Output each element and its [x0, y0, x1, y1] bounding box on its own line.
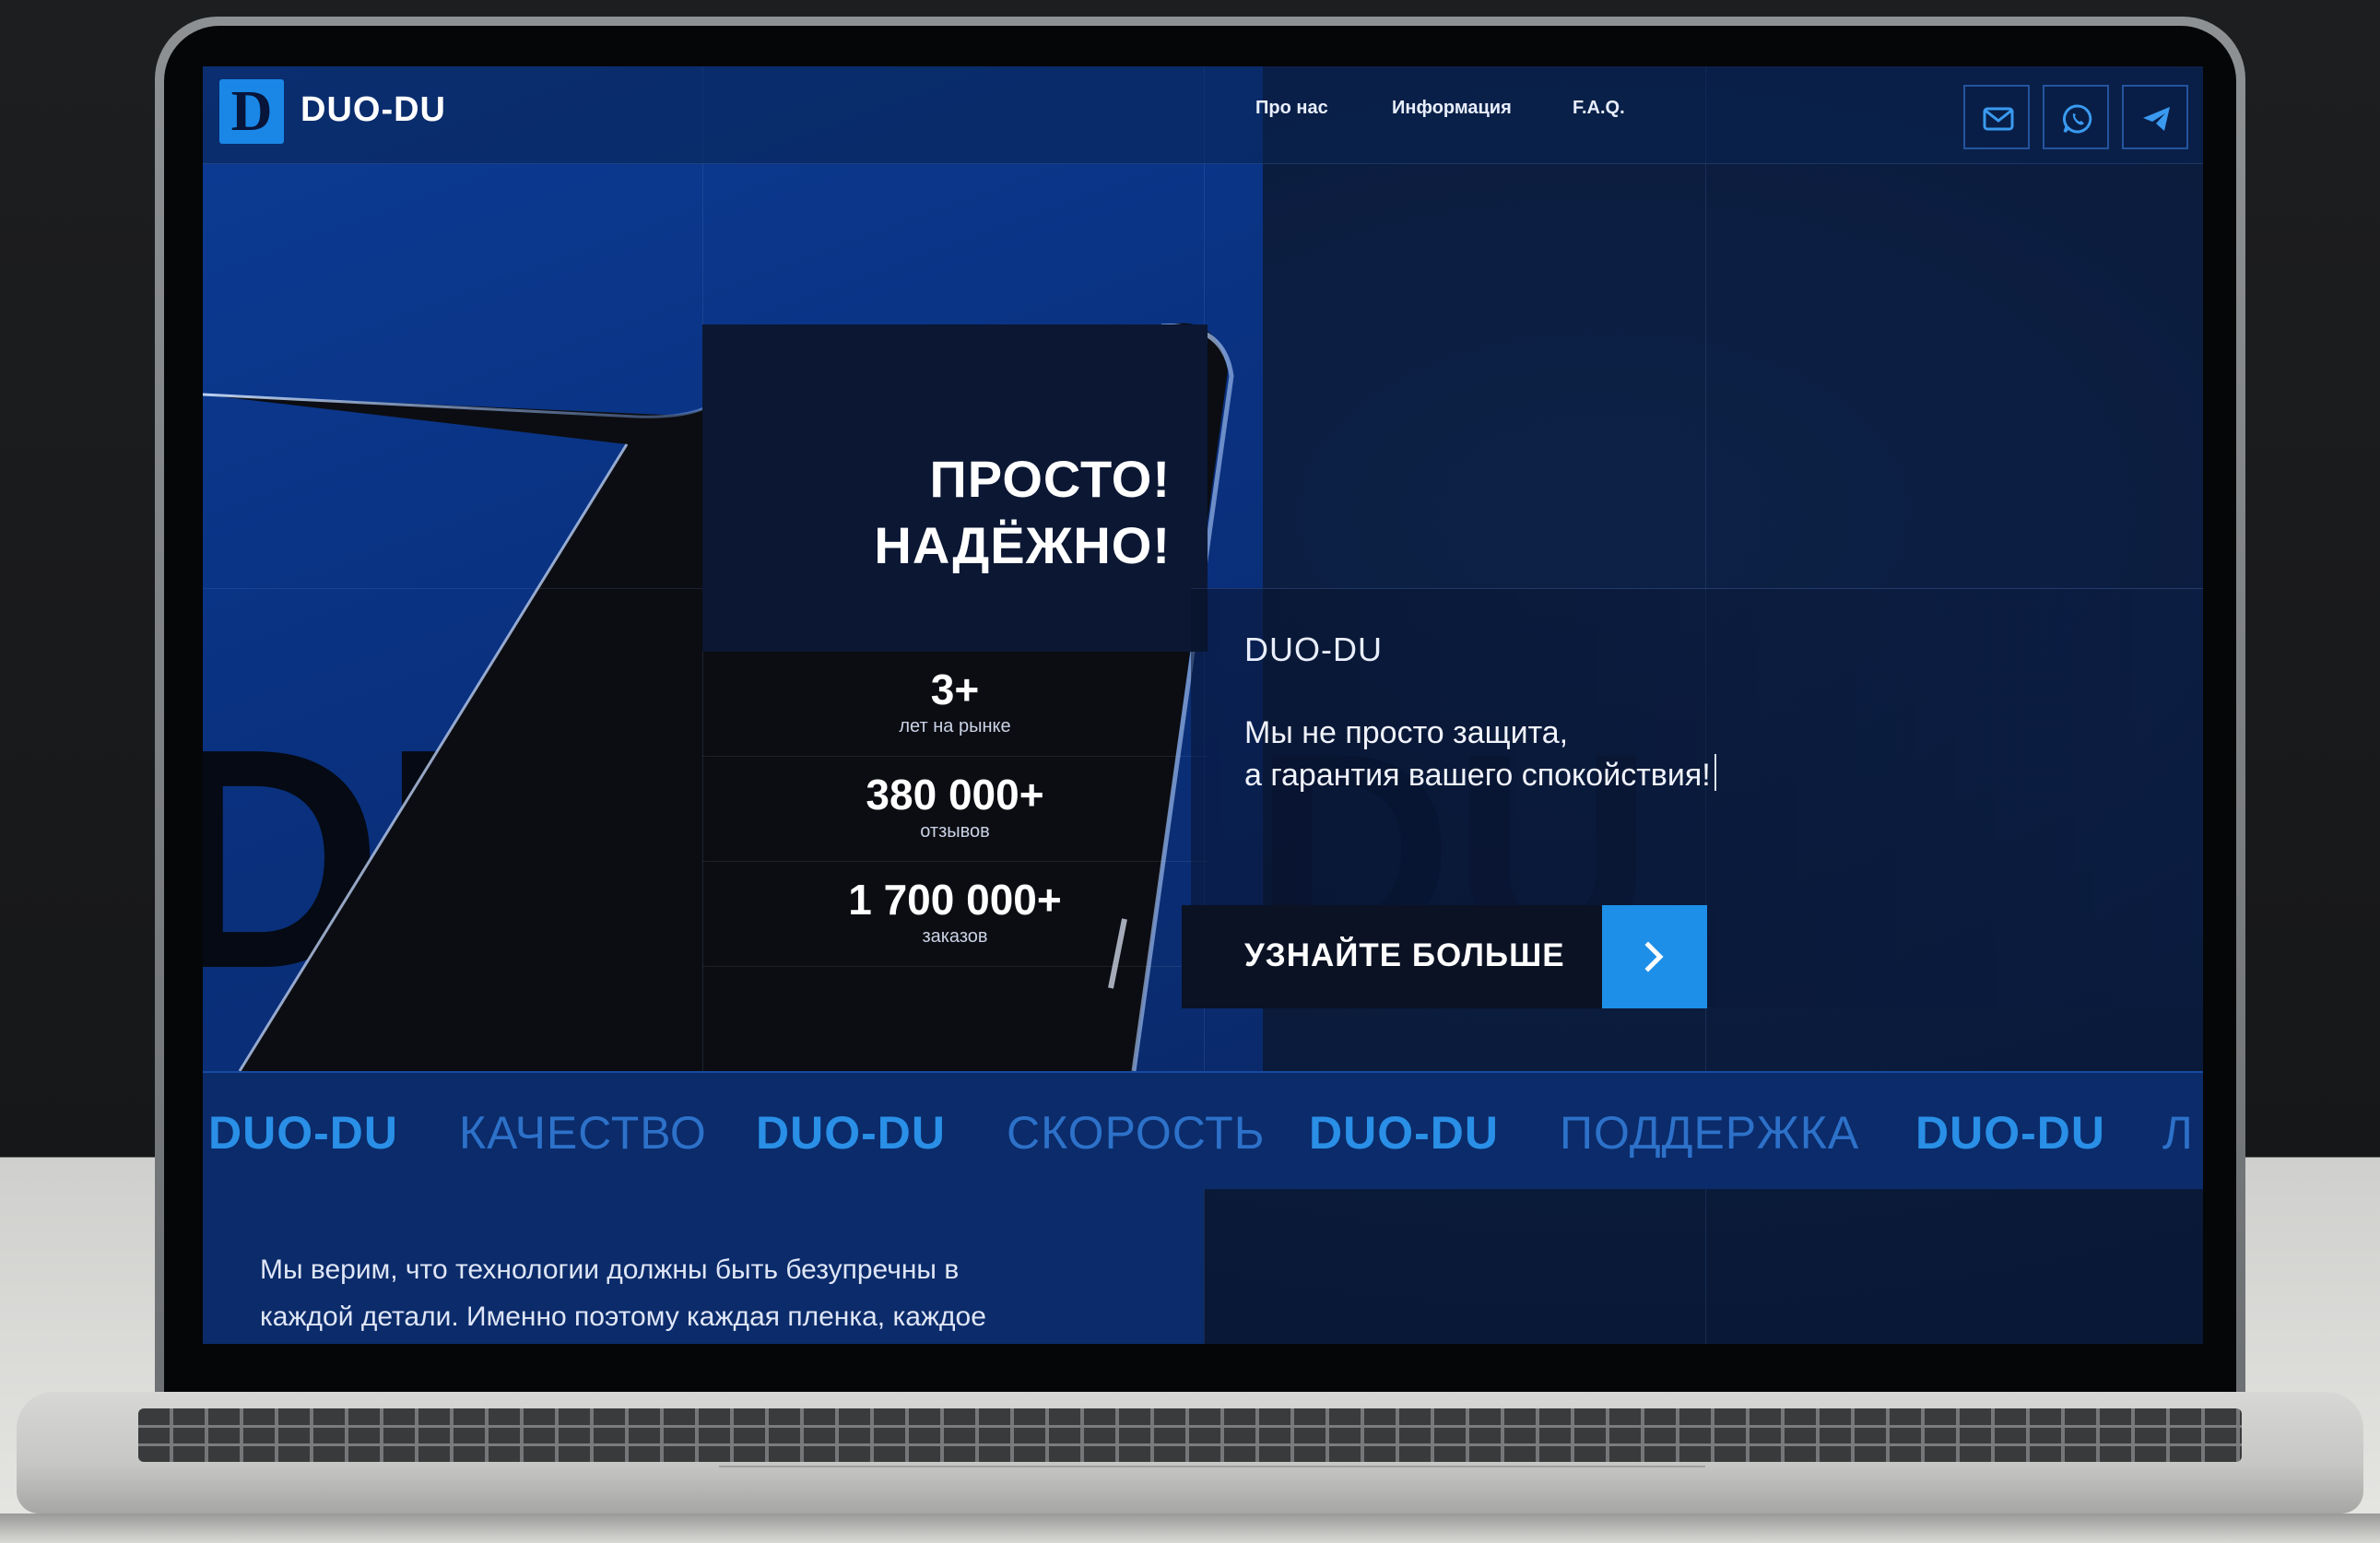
slogan-line-1: Мы не просто защита,: [1244, 715, 1569, 750]
nav-link-about[interactable]: Про нас: [1255, 98, 1328, 119]
hero-slogan: Мы не просто защита, а гарантия вашего с…: [1244, 712, 1945, 796]
stats-block: 3+ лет на рынке 380 000+ отзывов 1 700 0…: [702, 652, 1208, 970]
telegram-button[interactable]: [2122, 85, 2188, 149]
site-header: D DUO-DU Про нас Информация F.A.Q.: [203, 66, 2203, 164]
stat-value: 1 700 000+: [848, 876, 1062, 924]
keyboard-row-divider: [138, 1443, 2242, 1446]
laptop-keyboard: [138, 1408, 2242, 1462]
marquee-item: ПОДДЕРЖКА: [1560, 1107, 1860, 1159]
marquee-item: DUO-DU: [1309, 1107, 1499, 1159]
hero-brand-label: DUO-DU: [1244, 630, 1383, 668]
marquee-strip: DUO-DU КАЧЕСТВО DUO-DU СКОРОСТЬ DUO-DU П…: [203, 1071, 2203, 1189]
marquee-item: DUO-DU: [208, 1107, 398, 1159]
trackpad-edge: [719, 1466, 1705, 1467]
whatsapp-icon: [2063, 104, 2092, 134]
desk-surface: [0, 1514, 2380, 1543]
main-nav: Про нас Информация F.A.Q.: [203, 98, 2203, 135]
stat-years: 3+ лет на рынке: [702, 652, 1208, 757]
slogan-line-2: а гарантия вашего спокойствия!: [1244, 754, 1945, 796]
about-line-1: Мы верим, что технологии должны быть без…: [260, 1254, 960, 1285]
mail-button[interactable]: [1963, 85, 2030, 149]
laptop-mockup: DU DU D DUO-DU Про: [0, 0, 2380, 1543]
mail-icon: [1983, 107, 2014, 131]
learn-more-label[interactable]: УЗНАЙТЕ БОЛЬШЕ: [1244, 937, 1565, 974]
stat-label: лет на рынке: [899, 716, 1011, 736]
stat-orders: 1 700 000+ заказов: [702, 862, 1208, 967]
marquee-item: СКОРОСТЬ: [1007, 1107, 1266, 1159]
website-screen: DU DU D DUO-DU Про: [203, 66, 2203, 1344]
marquee-item: КАЧЕСТВО: [459, 1107, 707, 1159]
nav-link-faq[interactable]: F.A.Q.: [1573, 98, 1625, 119]
about-line-2: каждой детали. Именно поэтому каждая пле…: [260, 1302, 986, 1332]
hero-headline: ПРОСТО! НАДЁЖНО!: [710, 446, 1171, 579]
whatsapp-button[interactable]: [2043, 85, 2109, 149]
headline-line-2: НАДЁЖНО!: [874, 516, 1171, 574]
stat-reviews: 380 000+ отзывов: [702, 757, 1208, 862]
stat-label: заказов: [922, 926, 988, 947]
learn-more-arrow-button[interactable]: [1602, 905, 1707, 1008]
about-text: Мы верим, что технологии должны быть без…: [260, 1246, 1182, 1340]
stat-label: отзывов: [920, 821, 990, 842]
stat-value: 380 000+: [866, 771, 1044, 819]
marquee-item: DUO-DU: [1915, 1107, 2105, 1159]
text-caret: [1714, 754, 1716, 791]
marquee-item: DUO-DU: [756, 1107, 946, 1159]
marquee-item: Л: [2162, 1107, 2194, 1159]
chevron-right-icon: [1644, 941, 1664, 972]
headline-box: ПРОСТО! НАДЁЖНО!: [702, 324, 1208, 652]
keyboard-row-divider: [138, 1425, 2242, 1428]
telegram-icon: [2143, 107, 2170, 131]
stat-value: 3+: [930, 665, 980, 713]
headline-line-1: ПРОСТО!: [929, 450, 1171, 508]
nav-link-info[interactable]: Информация: [1392, 98, 1512, 119]
